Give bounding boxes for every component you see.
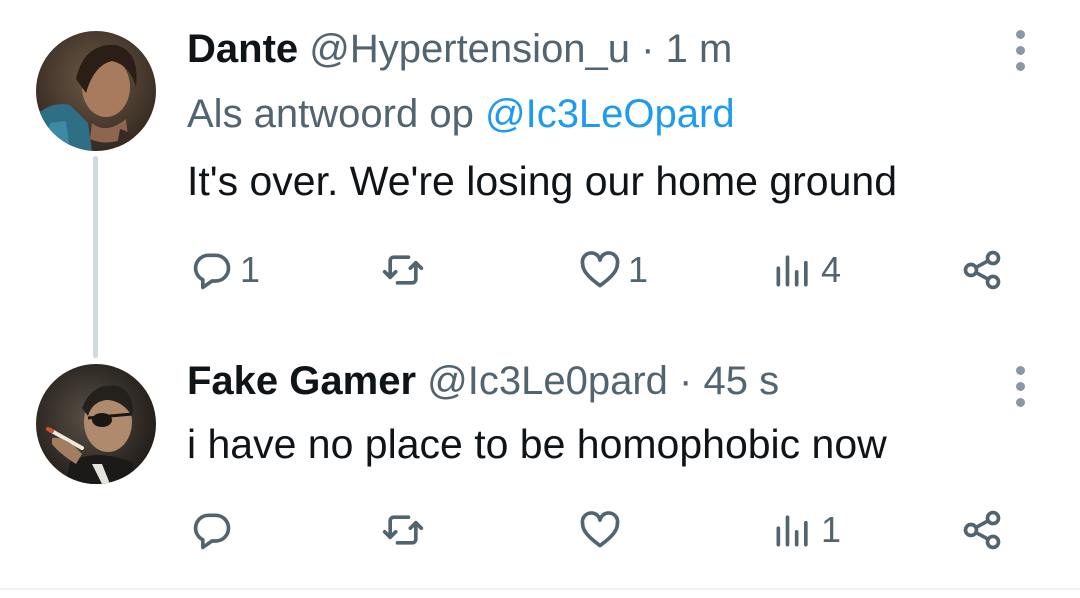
like-button[interactable] [578,500,628,560]
heart-icon [580,511,620,548]
timestamp[interactable]: 1 m [666,27,733,71]
heart-icon [580,251,620,288]
avatar-image [36,364,156,484]
avatar[interactable] [36,31,156,151]
reply-mention-link[interactable]: @Ic3LeOpard [485,92,735,136]
more-icon[interactable] [1008,366,1032,407]
share-button[interactable] [960,500,1004,560]
tweet-actions: 1 [0,500,1080,560]
reply-button[interactable] [190,500,240,560]
share-icon [963,250,1001,290]
reply-button[interactable]: 1 [190,240,260,300]
user-handle[interactable]: @Hypertension_u [309,27,630,71]
tweet-actions: 1 1 4 [0,240,1080,300]
timestamp[interactable]: 45 s [704,359,780,403]
tweet[interactable]: Fake Gamer @Ic3Le0pard · 45 s i have no … [0,350,1080,590]
separator-dot: · [679,359,693,403]
more-icon[interactable] [1008,30,1032,71]
share-icon [963,510,1001,550]
reply-icon [193,513,231,550]
views-count: 4 [821,249,842,290]
like-button[interactable]: 1 [578,240,648,300]
tweet-text: It's over. We're losing our home ground [187,158,897,204]
separator-dot: · [641,27,655,71]
share-button[interactable] [960,240,1004,300]
display-name[interactable]: Fake Gamer [187,359,416,403]
user-handle[interactable]: @Ic3Le0pard [427,359,668,403]
reply-prefix: Als antwoord op [187,92,474,136]
display-name[interactable]: Dante [187,27,298,71]
analytics-icon [776,515,808,547]
views-count: 1 [821,509,842,550]
like-count: 1 [628,249,649,290]
retweet-icon [382,255,424,285]
analytics-icon [776,255,808,287]
tweet-text: i have no place to be homophobic now [187,421,887,467]
views-button[interactable]: 4 [771,240,841,300]
views-button[interactable]: 1 [771,500,841,560]
tweet-header: Fake Gamer @Ic3Le0pard · 45 s [187,356,779,406]
reply-context: Als antwoord op @Ic3LeOpard [187,89,735,139]
divider [0,588,1080,590]
retweet-button[interactable] [381,240,431,300]
reply-icon [193,253,231,290]
retweet-icon [382,515,424,545]
tweet[interactable]: Dante @Hypertension_u · 1 m Als antwoord… [0,0,1080,358]
avatar[interactable] [36,364,156,484]
reply-count: 1 [240,249,261,290]
tweet-header: Dante @Hypertension_u · 1 m [187,24,732,74]
avatar-image [36,31,156,151]
retweet-button[interactable] [381,500,431,560]
